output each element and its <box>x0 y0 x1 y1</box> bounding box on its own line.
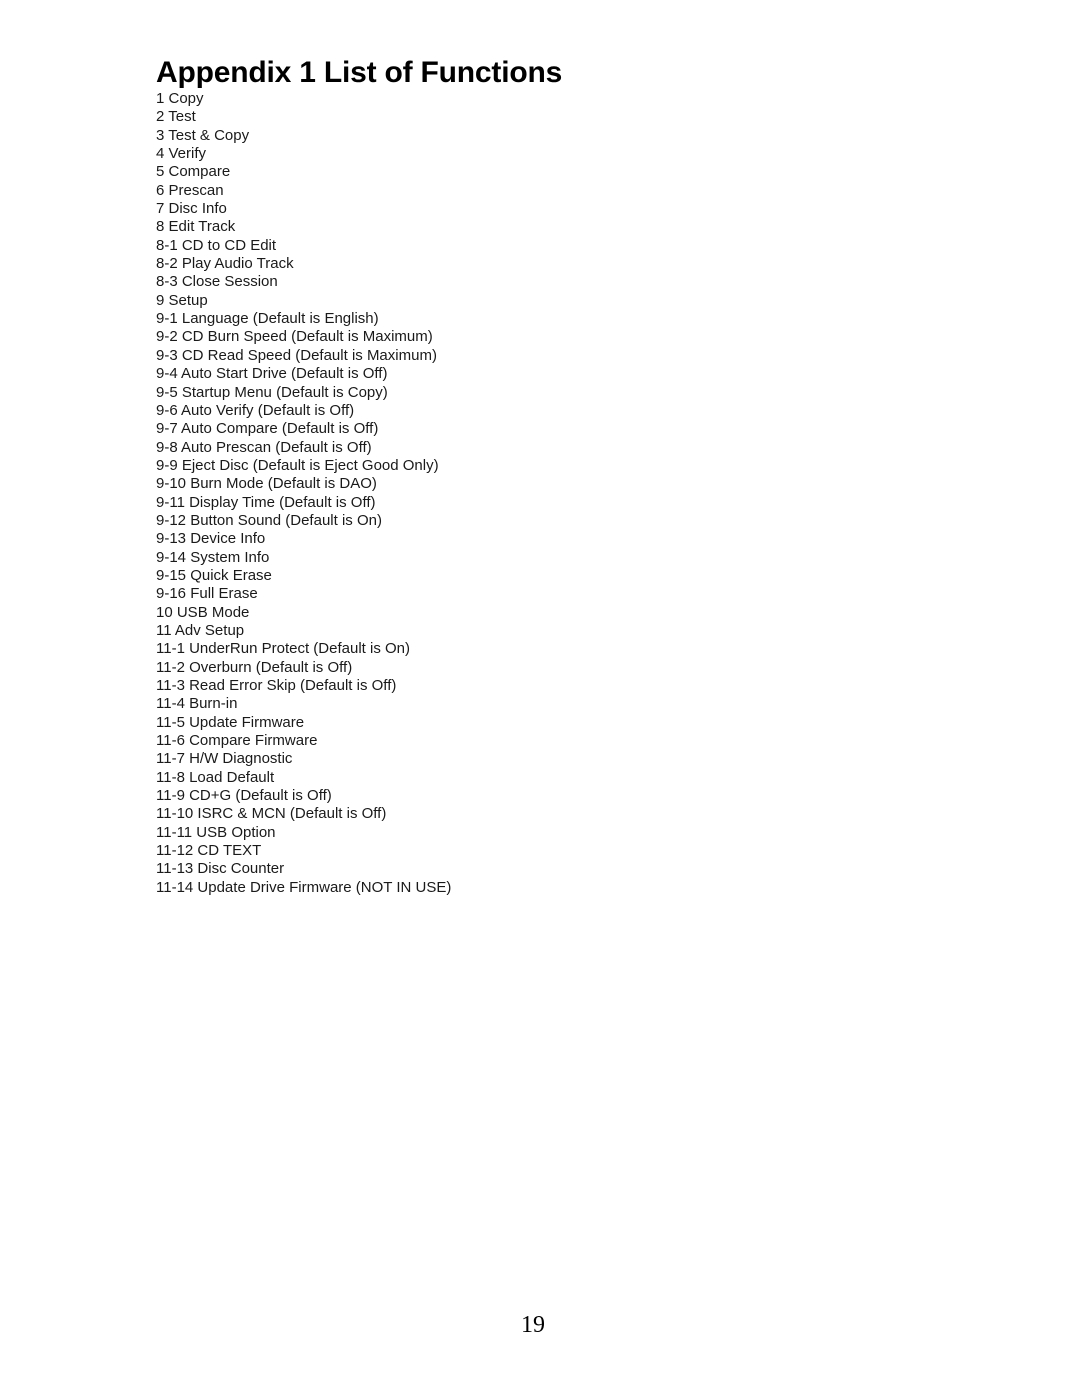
list-item: 11-9 CD+G (Default is Off) <box>156 787 332 805</box>
list-item: 8-3 Close Session <box>156 273 278 291</box>
list-item: 2 Test <box>156 108 196 126</box>
list-item: 9-14 System Info <box>156 548 270 566</box>
page-content: Appendix 1 List of Functions 1 Copy 2 Tes… <box>156 56 976 897</box>
list-item: 9-2 CD Burn Speed (Default is Maximum) <box>156 328 433 346</box>
list-item: 11-11 USB Option <box>156 823 276 841</box>
list-item: 11 Adv Setup <box>156 621 245 639</box>
list-item: 8-2 Play Audio Track <box>156 255 294 273</box>
list-item: 11-4 Burn-in <box>156 695 238 713</box>
list-item: 11-3 Read Error Skip (Default is Off) <box>156 677 397 694</box>
list-item: 11-14 Update Drive Firmware (NOT IN USE) <box>156 878 452 896</box>
list-item: 9-7 Auto Compare (Default is Off) <box>156 420 379 438</box>
page-number: 19 <box>521 1312 545 1338</box>
document-page: Appendix 1 List of Functions 1 Copy 2 Tes… <box>0 0 1080 1397</box>
list-item: 3 Test & Copy <box>156 126 250 144</box>
list-item: 11-1 UnderRun Protect (Default is On) <box>156 640 410 658</box>
list-item: 11-5 Update Firmware <box>156 713 305 731</box>
function-list: 1 Copy 2 Test 3 Test & Copy 4 Verify 5 Compa… <box>156 90 976 897</box>
list-item: 9-4 Auto Start Drive (Default is Off) <box>156 365 388 383</box>
list-item: 9-9 Eject Disc (Default is Eject Good On… <box>156 456 439 474</box>
list-item: 9-5 Startup Menu (Default is Copy) <box>156 383 388 401</box>
list-item: 11-10 ISRC & MCN (Default is Off) <box>156 805 387 823</box>
list-item: 9-8 Auto Prescan (Default is Off) <box>156 438 372 456</box>
list-item: 9-16 Full Erase <box>156 585 258 603</box>
list-item: 7 Disc Info <box>156 200 227 218</box>
list-item: 11-6 Compare Firmware <box>156 732 318 750</box>
list-item: 5 Compare <box>156 163 231 181</box>
list-item: 1 Copy <box>156 90 204 107</box>
list-item: 11-13 Disc Counter <box>156 860 285 878</box>
list-item: 9 Setup <box>156 291 208 309</box>
list-item: 11-2 Overburn (Default is Off) <box>156 658 353 676</box>
list-item: 8-1 CD to CD Edit <box>156 236 277 254</box>
list-item: 11-8 Load Default <box>156 768 275 786</box>
list-item: 9-6 Auto Verify (Default is Off) <box>156 401 355 419</box>
list-item: 11-12 CD TEXT <box>156 842 262 860</box>
list-item: 6 Prescan <box>156 181 224 199</box>
list-item: 9-10 Burn Mode (Default is DAO) <box>156 475 377 493</box>
list-item: 9-3 CD Read Speed (Default is Maximum) <box>156 346 437 364</box>
list-item: 9-1 Language (Default is English) <box>156 310 379 328</box>
list-item: 9-11 Display Time (Default is Off) <box>156 493 376 511</box>
list-item: 9-15 Quick Erase <box>156 566 272 584</box>
list-item: 8 Edit Track <box>156 218 236 236</box>
list-item: 4 Verify <box>156 145 207 163</box>
list-item: 9-12 Button Sound (Default is On) <box>156 511 382 529</box>
list-item: 9-13 Device Info <box>156 530 266 548</box>
page-title: Appendix 1 List of Functions <box>156 56 563 89</box>
list-item: 10 USB Mode <box>156 603 250 621</box>
list-item: 11-7 H/W Diagnostic <box>156 750 293 768</box>
